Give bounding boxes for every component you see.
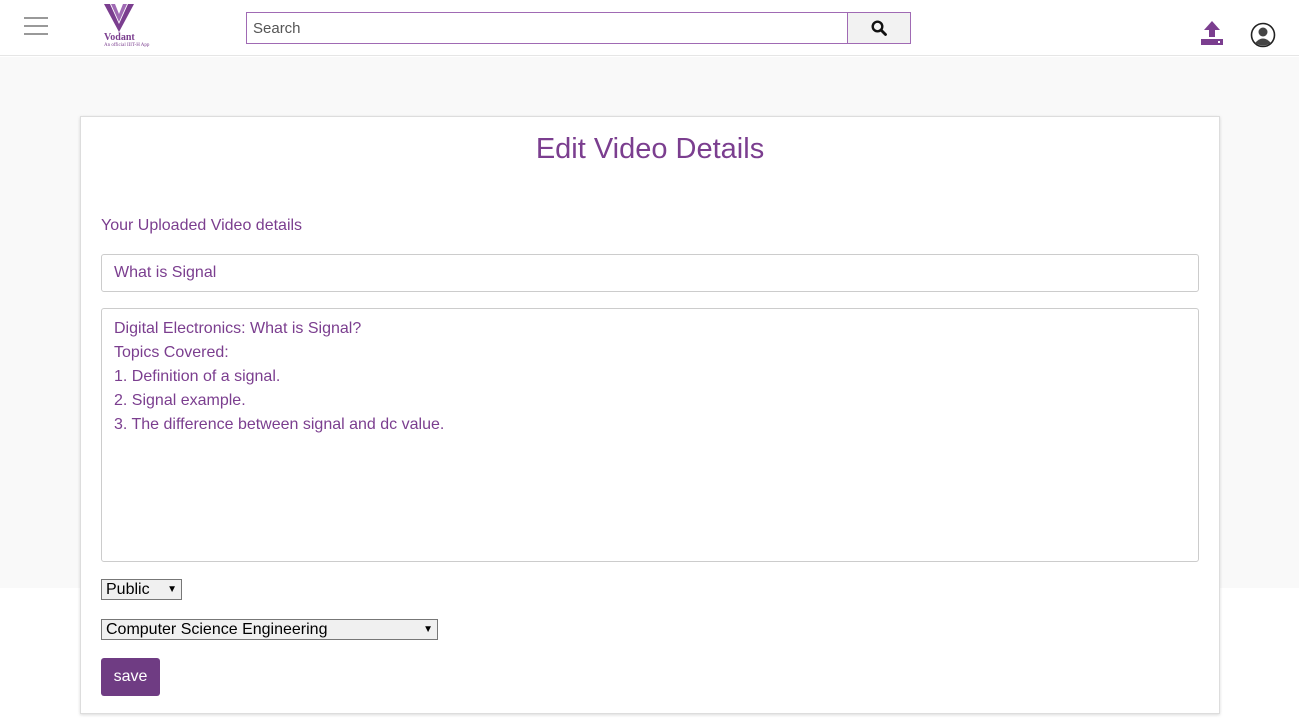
magnifier-icon bbox=[871, 20, 887, 36]
category-selected-value: Computer Science Engineering bbox=[106, 621, 328, 638]
category-select[interactable]: Computer Science Engineering ▼ bbox=[101, 619, 438, 640]
upload-icon bbox=[1201, 21, 1223, 45]
upload-button[interactable] bbox=[1199, 20, 1225, 46]
video-title-input[interactable] bbox=[101, 254, 1199, 292]
dropdown-arrow-icon: ▼ bbox=[167, 584, 177, 595]
visibility-selected-value: Public bbox=[106, 581, 150, 598]
section-subtitle: Your Uploaded Video details bbox=[101, 217, 303, 234]
description-line: Topics Covered: bbox=[114, 344, 229, 361]
visibility-select[interactable]: Public ▼ bbox=[101, 579, 182, 600]
search-input[interactable] bbox=[246, 12, 847, 44]
vodant-v-logo-icon bbox=[104, 4, 134, 32]
edit-video-card: Edit Video Details Your Uploaded Video d… bbox=[80, 116, 1220, 714]
description-line: 3. The difference between signal and dc … bbox=[114, 416, 445, 433]
dropdown-arrow-icon: ▼ bbox=[423, 624, 433, 635]
logo-subtext: An official IIIT-H App bbox=[104, 43, 150, 48]
app-logo[interactable]: Vodant An official IIIT-H App bbox=[72, 0, 192, 56]
hamburger-menu-icon[interactable] bbox=[24, 17, 48, 37]
video-description-textarea[interactable]: Digital Electronics: What is Signal? Top… bbox=[101, 308, 1199, 562]
account-button[interactable] bbox=[1250, 22, 1276, 48]
search-button[interactable] bbox=[847, 12, 911, 44]
description-line: 2. Signal example. bbox=[114, 392, 246, 409]
search-bar bbox=[246, 12, 911, 44]
page-title: Edit Video Details bbox=[535, 133, 765, 165]
top-navigation-bar: Vodant An official IIIT-H App bbox=[0, 0, 1299, 56]
account-circle-icon bbox=[1250, 22, 1276, 48]
save-button[interactable]: save bbox=[101, 658, 160, 696]
description-line: 1. Definition of a signal. bbox=[114, 368, 281, 385]
description-line: Digital Electronics: What is Signal? bbox=[114, 320, 362, 337]
logo-text: Vodant bbox=[104, 32, 135, 43]
